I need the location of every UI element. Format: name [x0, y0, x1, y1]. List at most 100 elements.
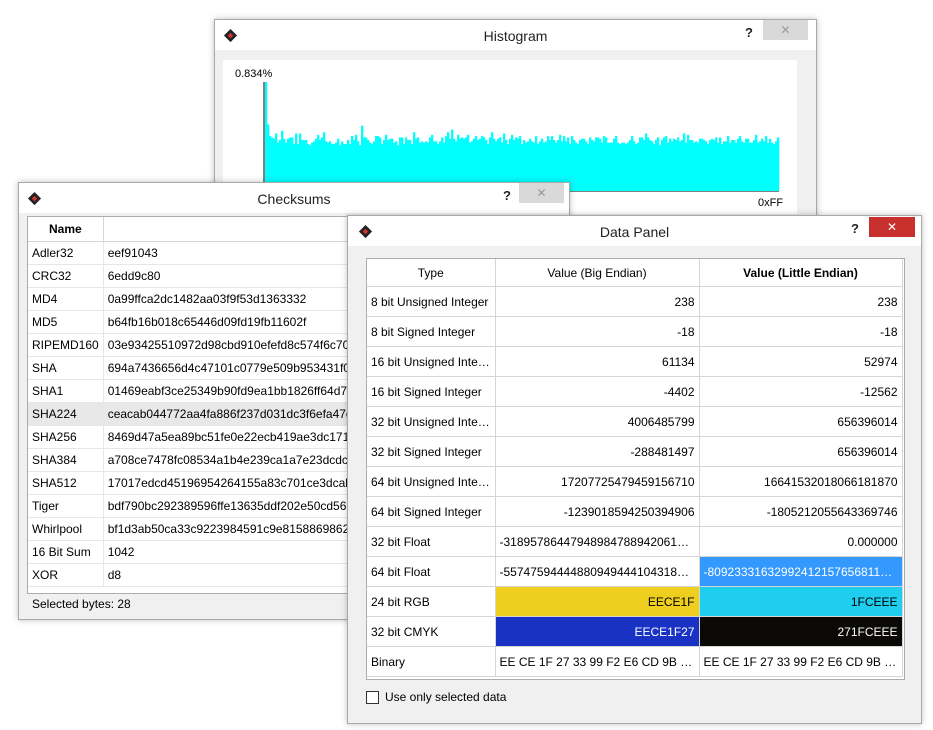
histogram-titlebar[interactable]: Histogram ? ✕	[215, 20, 816, 50]
histogram-bar	[719, 137, 722, 191]
big-endian-cell[interactable]: EECE1F	[495, 586, 700, 617]
table-row[interactable]: 32 bit Signed Integer -288481497 656396014	[367, 436, 903, 467]
histogram-bar	[717, 142, 720, 191]
histogram-bar	[705, 141, 708, 191]
histogram-bar	[737, 138, 740, 191]
data-table[interactable]: Type Value (Big Endian) Value (Little En…	[366, 258, 905, 680]
histogram-bar	[681, 140, 684, 191]
checksum-name: SHA512	[28, 471, 104, 495]
big-endian-cell[interactable]: -318957864479489847889420615​68....	[495, 526, 700, 557]
histogram-bar	[703, 140, 706, 191]
checkbox-box[interactable]	[366, 690, 379, 704]
close-button[interactable]: ✕	[869, 217, 915, 237]
column-header-type[interactable]: Type	[367, 259, 496, 287]
close-button[interactable]: ✕	[763, 20, 808, 40]
little-endian-cell[interactable]: -12562	[699, 376, 903, 407]
histogram-bar	[623, 142, 626, 191]
table-row[interactable]: 64 bit Signed Integer -123901859425039490…	[367, 496, 903, 527]
table-row[interactable]: 32 bit Unsigned Integer 4006485799 6563960…	[367, 406, 903, 437]
histogram-bar	[739, 136, 742, 191]
checksum-name: SHA	[28, 356, 104, 380]
histogram-bar	[761, 138, 764, 191]
column-header-big-endian[interactable]: Value (Big Endian)	[495, 259, 700, 287]
little-endian-cell[interactable]: -80923331632992412157656811234​5...	[699, 556, 903, 587]
histogram-bar	[769, 138, 772, 191]
table-row[interactable]: Binary EE CE 1F 27 33 99 F2 E6 CD 9B 77 B…	[367, 646, 903, 677]
table-row[interactable]: 8 bit Unsigned Integer 238 238	[367, 286, 903, 317]
histogram-bar	[687, 134, 690, 191]
histogram-bar	[637, 142, 640, 191]
table-row[interactable]: 32 bit Float -318957864479489847889420615…	[367, 526, 903, 557]
help-icon[interactable]: ?	[503, 188, 511, 203]
little-endian-cell[interactable]: 1FCEEE	[699, 586, 903, 617]
table-row[interactable]: 8 bit Signed Integer -18 -18	[367, 316, 903, 347]
table-row[interactable]: 24 bit RGB EECE1F 1FCEEE	[367, 586, 903, 617]
histogram-bar	[725, 141, 728, 191]
histogram-bar	[577, 143, 580, 191]
big-endian-cell[interactable]: 238	[495, 286, 700, 317]
histogram-bar	[709, 140, 712, 191]
histogram-bar	[601, 142, 604, 191]
checksum-name: 16 Bit Sum	[28, 540, 104, 564]
type-cell: 32 bit Unsigned Integer	[367, 406, 496, 437]
table-row[interactable]: 16 bit Signed Integer -4402 -12562	[367, 376, 903, 407]
histogram-bar	[663, 137, 666, 191]
histogram-bar	[749, 142, 752, 191]
type-cell: 32 bit CMYK	[367, 616, 496, 647]
histogram-bar	[751, 142, 754, 191]
column-header-little-endian[interactable]: Value (Little Endian)	[699, 259, 903, 287]
little-endian-cell[interactable]: -1805212055643369746	[699, 496, 903, 527]
table-row[interactable]: 64 bit Unsigned Integer 17207725479459156…	[367, 466, 903, 497]
table-row[interactable]: 64 bit Float -557475944448809494441043183…	[367, 556, 903, 587]
help-icon[interactable]: ?	[851, 221, 859, 236]
little-endian-cell[interactable]: 0.000000	[699, 526, 903, 557]
histogram-bar	[619, 143, 622, 191]
big-endian-cell[interactable]: -288481497	[495, 436, 700, 467]
histogram-bar	[691, 140, 694, 191]
little-endian-cell[interactable]: 271FCEEE	[699, 616, 903, 647]
histogram-bar	[617, 142, 620, 191]
little-endian-cell[interactable]: 656396014	[699, 436, 903, 467]
little-endian-cell[interactable]: 16641532018066181870	[699, 466, 903, 497]
little-endian-cell[interactable]: 52974	[699, 346, 903, 377]
histogram-bar	[633, 141, 636, 191]
histogram-bar	[587, 143, 590, 191]
histogram-bar	[655, 140, 658, 191]
use-selected-checkbox[interactable]: Use only selected data	[366, 690, 506, 704]
table-row[interactable]: 32 bit CMYK EECE1F27 271FCEEE	[367, 616, 903, 647]
checksum-name: SHA384	[28, 448, 104, 472]
histogram-bar	[603, 136, 606, 191]
big-endian-cell[interactable]: EE CE 1F 27 33 99 F2 E6 CD 9B 77 BF...	[495, 646, 700, 677]
checksum-name: SHA224	[28, 402, 104, 426]
histogram-bar	[733, 140, 736, 191]
histogram-bar	[665, 136, 668, 191]
data-panel-titlebar[interactable]: Data Panel ? ✕	[348, 216, 921, 246]
big-endian-cell[interactable]: -18	[495, 316, 700, 347]
histogram-bar	[589, 137, 592, 191]
status-bar: Selected bytes: 28	[32, 597, 131, 611]
big-endian-cell[interactable]: 61134	[495, 346, 700, 377]
histogram-bar	[773, 143, 776, 191]
big-endian-cell[interactable]: -55747594444880949444104318390​1...	[495, 556, 700, 587]
checksums-titlebar[interactable]: Checksums ? ✕	[19, 183, 569, 213]
big-endian-cell[interactable]: 4006485799	[495, 406, 700, 437]
histogram-bar	[581, 138, 584, 191]
type-cell: 32 bit Signed Integer	[367, 436, 496, 467]
type-cell: 64 bit Signed Integer	[367, 496, 496, 527]
histogram-bar	[595, 137, 598, 191]
big-endian-cell[interactable]: EECE1F27	[495, 616, 700, 647]
big-endian-cell[interactable]: 17207725479459156710	[495, 466, 700, 497]
close-button[interactable]: ✕	[519, 183, 564, 203]
big-endian-cell[interactable]: -1239018594250394906	[495, 496, 700, 527]
column-header-name[interactable]: Name	[28, 217, 104, 242]
little-endian-cell[interactable]: 656396014	[699, 406, 903, 437]
histogram-bar	[585, 141, 588, 191]
little-endian-cell[interactable]: -18	[699, 316, 903, 347]
little-endian-cell[interactable]: 238	[699, 286, 903, 317]
table-row[interactable]: 16 bit Unsigned Integer 61134 52974	[367, 346, 903, 377]
histogram-bar	[647, 137, 650, 191]
help-icon[interactable]: ?	[745, 25, 753, 40]
little-endian-cell[interactable]: EE CE 1F 27 33 99 F2 E6 CD 9B 77 BF...	[699, 646, 903, 677]
histogram-bar	[767, 142, 770, 191]
big-endian-cell[interactable]: -4402	[495, 376, 700, 407]
